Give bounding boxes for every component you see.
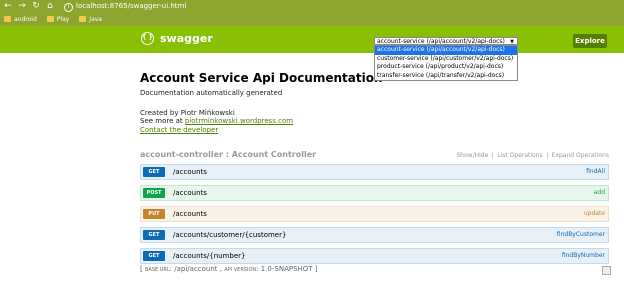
see-more: See more at piotrminkowski.wordpress.com — [140, 117, 293, 125]
explore-button[interactable]: Explore — [573, 34, 607, 48]
page-title: Account Service Api Documentation — [140, 71, 383, 85]
api-select-value: account-service (/api/account/v2/api-doc… — [377, 38, 505, 45]
operation-row[interactable]: PUT /accounts update — [140, 206, 609, 222]
creator-info: Created by Piotr Mińkowski See more at p… — [140, 109, 293, 125]
bookmark-play[interactable]: Play — [46, 15, 70, 23]
base-url: /api/account — [174, 265, 218, 273]
operation-path[interactable]: /accounts/{number} — [173, 252, 245, 260]
operation-nickname[interactable]: add — [594, 189, 605, 196]
bookmark-android[interactable]: android — [4, 16, 37, 23]
method-badge: PUT — [143, 209, 165, 219]
list-operations-link[interactable]: List Operations — [493, 152, 548, 159]
operation-nickname[interactable]: update — [584, 210, 605, 217]
browser-chrome: ← → ↻ ⌂ i localhost:8765/swagger-ui.html … — [0, 0, 624, 26]
method-badge: GET — [143, 167, 165, 177]
operations-list: GET /accounts findAll POST /accounts add… — [140, 164, 609, 269]
created-by: Created by Piotr Mińkowski — [140, 109, 235, 117]
address-bar[interactable]: i localhost:8765/swagger-ui.html — [64, 2, 186, 12]
info-icon[interactable]: i — [64, 2, 73, 12]
address-bar-row: ← → ↻ ⌂ i localhost:8765/swagger-ui.html — [0, 0, 624, 13]
folder-icon — [79, 16, 87, 22]
operation-path[interactable]: /accounts — [173, 189, 207, 197]
operation-nickname[interactable]: findByCustomer — [557, 231, 605, 238]
bookmark-label: android — [14, 15, 37, 23]
method-badge: POST — [143, 188, 165, 198]
operation-nickname[interactable]: findAll — [586, 168, 605, 175]
swagger-braces-icon: { } — [141, 32, 154, 45]
api-description: Documentation automatically generated — [140, 89, 283, 97]
api-version-label: API VERSION — [224, 267, 257, 273]
website-link[interactable]: piotrminkowski.wordpress.com — [185, 117, 293, 125]
folder-icon — [46, 16, 54, 22]
home-icon[interactable]: ⌂ — [44, 1, 56, 12]
url-text: localhost:8765/swagger-ui.html — [76, 1, 187, 10]
dropdown-option[interactable]: transfer-service (/api/transfer/v2/api-d… — [375, 72, 517, 81]
operation-row[interactable]: GET /accounts/customer/{customer} findBy… — [140, 227, 609, 243]
dropdown-option[interactable]: customer-service (/api/customer/v2/api-d… — [375, 55, 517, 64]
resource-title[interactable]: account-controller : Account Controller — [140, 150, 316, 159]
contact-link[interactable]: Contact the developer — [140, 126, 218, 134]
api-dropdown-list: account-service (/api/account/v2/api-doc… — [374, 45, 518, 81]
operation-row[interactable]: GET /accounts/{number} findByNumber — [140, 248, 609, 264]
resource-header: account-controller : Account Controller … — [140, 149, 609, 162]
swagger-logo[interactable]: { } swagger — [141, 32, 213, 45]
forward-icon[interactable]: → — [16, 1, 28, 12]
method-badge: GET — [143, 251, 165, 261]
base-url-footer: [ BASE URL: /api/account , API VERSION: … — [140, 265, 318, 273]
folder-icon — [4, 16, 11, 22]
logo-text: swagger — [160, 32, 213, 45]
api-select[interactable]: account-service (/api/account/v2/api-doc… — [374, 37, 518, 45]
operation-path[interactable]: /accounts/customer/{customer} — [173, 231, 286, 239]
operation-path[interactable]: /accounts — [173, 168, 207, 176]
api-version: 1.0-SNAPSHOT — [260, 265, 313, 273]
dropdown-option[interactable]: account-service (/api/account/v2/api-doc… — [375, 46, 517, 55]
resource-links: Show/Hide List Operations Expand Operati… — [452, 152, 609, 159]
bookmarks-bar: android Play Java — [0, 13, 624, 25]
operation-path[interactable]: /accounts — [173, 210, 207, 218]
bookmark-java[interactable]: Java — [79, 16, 102, 23]
operation-nickname[interactable]: findByNumber — [562, 252, 605, 259]
operation-row[interactable]: POST /accounts add — [140, 185, 609, 201]
expand-operations-link[interactable]: Expand Operations — [548, 152, 609, 159]
base-url-label: BASE URL — [144, 267, 170, 273]
see-more-prefix: See more at — [140, 117, 185, 125]
validator-badge-icon[interactable] — [602, 266, 611, 275]
swagger-header: { } swagger — [0, 26, 624, 53]
reload-icon[interactable]: ↻ — [30, 1, 42, 12]
back-icon[interactable]: ← — [2, 1, 14, 12]
method-badge: GET — [143, 230, 165, 240]
bookmark-label: Play — [56, 15, 70, 23]
show-hide-link[interactable]: Show/Hide — [452, 152, 494, 159]
dropdown-option[interactable]: product-service (/api/product/v2/api-doc… — [375, 63, 517, 72]
bookmark-label: Java — [89, 15, 102, 23]
operation-row[interactable]: GET /accounts findAll — [140, 164, 609, 180]
